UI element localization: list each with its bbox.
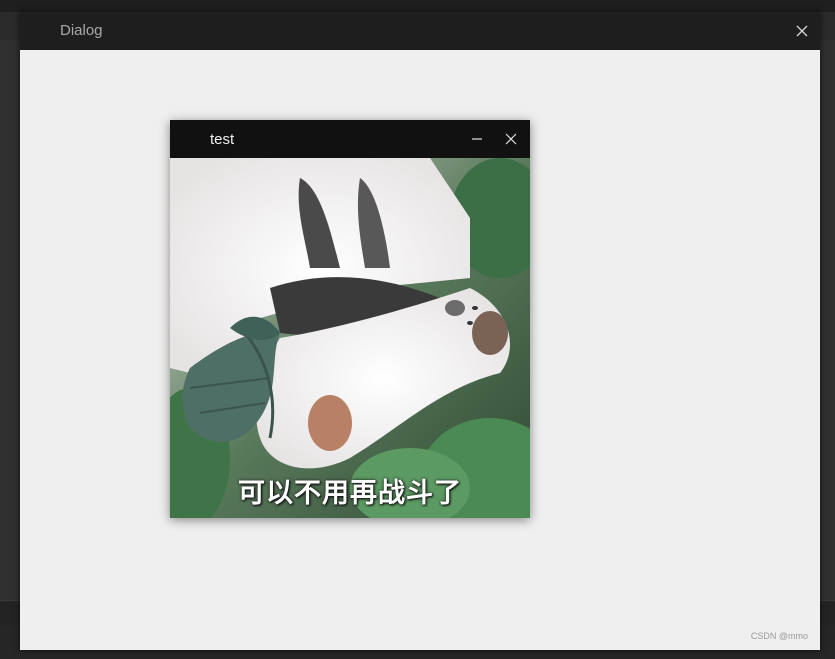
background-top-bar bbox=[0, 0, 835, 12]
minimize-button[interactable] bbox=[464, 128, 490, 150]
dialog-titlebar[interactable]: Dialog bbox=[20, 12, 820, 50]
watermark: CSDN @mmo bbox=[750, 631, 808, 641]
cat-illustration bbox=[170, 158, 530, 518]
child-titlebar[interactable]: test bbox=[170, 120, 530, 158]
image-caption: 可以不用再战斗了 bbox=[238, 478, 462, 509]
child-close-button[interactable] bbox=[498, 128, 524, 150]
minimize-icon bbox=[472, 138, 482, 140]
child-title: test bbox=[210, 131, 235, 148]
background-panel-left bbox=[0, 40, 20, 600]
close-icon bbox=[796, 25, 808, 37]
dialog-close-button[interactable] bbox=[790, 20, 814, 42]
dialog-title: Dialog bbox=[60, 22, 103, 39]
child-window: test 可以不用再战斗了 bbox=[170, 120, 530, 518]
dialog-window: Dialog test 可以不用再战斗了 CSDN @mmo bbox=[20, 12, 820, 650]
cat-meme-image: 可以不用再战斗了 bbox=[170, 158, 530, 518]
background-panel-right bbox=[820, 40, 835, 600]
close-icon bbox=[505, 133, 517, 145]
